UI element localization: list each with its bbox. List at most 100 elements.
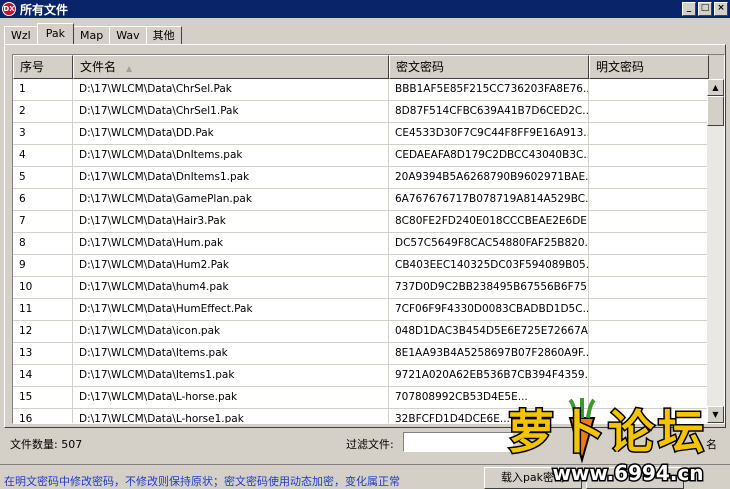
row-index: 2 — [13, 101, 73, 122]
row-index: 4 — [13, 145, 73, 166]
grid-rows: 1 D:\17\WLCM\Data\ChrSel.Pak BBB1AF5E85F21… — [13, 79, 709, 423]
row-cipher-password: 8C80FE2FD240E018CCCBEAE2E6DE... — [389, 211, 589, 232]
file-grid[interactable]: 序号 文件名 ▲ 密文密码 明文密码 1 D:\17\WLCM\Data\ChrSe… — [12, 54, 725, 424]
maximize-button[interactable]: □ — [698, 2, 712, 16]
window-title: 所有文件 — [20, 2, 69, 17]
scroll-up-icon[interactable]: ▲ — [707, 79, 724, 96]
row-cipher-password: 737D0D9C2BB238495B67556B6F75... — [389, 277, 589, 298]
row-filename: D:\17\WLCM\Data\Items.pak — [73, 343, 389, 364]
row-filename: D:\17\WLCM\Data\HumEffect.Pak — [73, 299, 389, 320]
row-index: 8 — [13, 233, 73, 254]
table-row[interactable]: 11 D:\17\WLCM\Data\HumEffect.Pak 7CF06F9F4… — [13, 299, 709, 321]
header-index[interactable]: 序号 — [13, 55, 73, 79]
forum-watermark-logo: 萝卜论坛 www.6994.cn — [507, 398, 708, 487]
row-index: 12 — [13, 321, 73, 342]
row-plain-password[interactable] — [589, 167, 709, 188]
window-controls: _ □ × — [682, 2, 728, 16]
row-index: 6 — [13, 189, 73, 210]
row-filename: D:\17\WLCM\Data\ChrSel.Pak — [73, 79, 389, 100]
row-filename: D:\17\WLCM\Data\Hum2.Pak — [73, 255, 389, 276]
table-row[interactable]: 10 D:\17\WLCM\Data\hum4.pak 737D0D9C2BB238… — [13, 277, 709, 299]
close-button[interactable]: × — [714, 2, 728, 16]
row-filename: D:\17\WLCM\Data\DnItems1.pak — [73, 167, 389, 188]
row-filename: D:\17\WLCM\Data\DD.Pak — [73, 123, 389, 144]
row-plain-password[interactable] — [589, 321, 709, 342]
header-cipher-password[interactable]: 密文密码 — [389, 55, 589, 79]
vertical-scrollbar[interactable]: ▲ ▼ — [707, 79, 724, 423]
table-row[interactable]: 4 D:\17\WLCM\Data\DnItems.pak CEDAEAFA8D17… — [13, 145, 709, 167]
table-row[interactable]: 14 D:\17\WLCM\Data\Items1.pak 9721A020A62E… — [13, 365, 709, 387]
table-row[interactable]: 7 D:\17\WLCM\Data\Hair3.Pak 8C80FE2FD240E0… — [13, 211, 709, 233]
row-filename: D:\17\WLCM\Data\Hair3.Pak — [73, 211, 389, 232]
table-row[interactable]: 2 D:\17\WLCM\Data\ChrSel1.Pak 8D87F514CFBC… — [13, 101, 709, 123]
status-hint: 在明文密码中修改密码，不修改则保持原状；密文密码使用动态加密，变化属正常 — [4, 475, 400, 488]
row-plain-password[interactable] — [589, 277, 709, 298]
row-filename: D:\17\WLCM\Data\Hum.pak — [73, 233, 389, 254]
table-row[interactable]: 5 D:\17\WLCM\Data\DnItems1.pak 20A9394B5A6… — [13, 167, 709, 189]
row-index: 3 — [13, 123, 73, 144]
table-row[interactable]: 1 D:\17\WLCM\Data\ChrSel.Pak BBB1AF5E85F21… — [13, 79, 709, 101]
row-filename: D:\17\WLCM\Data\L-horse.pak — [73, 387, 389, 408]
row-plain-password[interactable] — [589, 365, 709, 386]
scroll-thumb[interactable] — [707, 96, 724, 126]
row-filename: D:\17\WLCM\Data\ChrSel1.Pak — [73, 101, 389, 122]
tab-map[interactable]: Map — [72, 26, 111, 44]
row-index: 11 — [13, 299, 73, 320]
row-cipher-password: DC57C5649F8CAC54880FAF25B820... — [389, 233, 589, 254]
row-filename: D:\17\WLCM\Data\Items1.pak — [73, 365, 389, 386]
header-filename[interactable]: 文件名 ▲ — [73, 55, 389, 79]
row-filename: D:\17\WLCM\Data\hum4.pak — [73, 277, 389, 298]
file-count: 文件数量: 507 — [10, 438, 83, 451]
row-index: 7 — [13, 211, 73, 232]
row-cipher-password: CB403EEC140325DC03F594089B05... — [389, 255, 589, 276]
title-bar: DX 所有文件 _ □ × — [0, 0, 730, 18]
row-index: 1 — [13, 79, 73, 100]
table-row[interactable]: 6 D:\17\WLCM\Data\GamePlan.pak 6A767676717… — [13, 189, 709, 211]
row-plain-password[interactable] — [589, 145, 709, 166]
table-row[interactable]: 8 D:\17\WLCM\Data\Hum.pak DC57C5649F8CAC54… — [13, 233, 709, 255]
grid-header: 序号 文件名 ▲ 密文密码 明文密码 — [13, 55, 724, 79]
row-index: 14 — [13, 365, 73, 386]
row-cipher-password: BBB1AF5E85F215CC736203FA8E76... — [389, 79, 589, 100]
row-cipher-password: 7CF06F9F4330D0083CBADBD1D5C... — [389, 299, 589, 320]
header-plain-password[interactable]: 明文密码 — [589, 55, 709, 79]
row-plain-password[interactable] — [589, 255, 709, 276]
app-icon: DX — [2, 2, 16, 16]
row-cipher-password: 048D1DAC3B454D5E6E725E72667A... — [389, 321, 589, 342]
row-filename: D:\17\WLCM\Data\icon.pak — [73, 321, 389, 342]
row-plain-password[interactable] — [589, 343, 709, 364]
row-plain-password[interactable] — [589, 79, 709, 100]
row-index: 10 — [13, 277, 73, 298]
row-cipher-password: CEDAEAFA8D179C2DBCC43040B3C... — [389, 145, 589, 166]
tab-wzl[interactable]: Wzl — [4, 26, 38, 44]
table-row[interactable]: 3 D:\17\WLCM\Data\DD.Pak CE4533D30F7C9C44F… — [13, 123, 709, 145]
row-index: 16 — [13, 409, 73, 423]
table-row[interactable]: 9 D:\17\WLCM\Data\Hum2.Pak CB403EEC140325D… — [13, 255, 709, 277]
minimize-button[interactable]: _ — [682, 2, 696, 16]
row-index: 15 — [13, 387, 73, 408]
row-plain-password[interactable] — [589, 189, 709, 210]
row-cipher-password: 6A767676717B078719A814A529BC... — [389, 189, 589, 210]
row-filename: D:\17\WLCM\Data\L-horse1.pak — [73, 409, 389, 423]
table-row[interactable]: 12 D:\17\WLCM\Data\icon.pak 048D1DAC3B454D… — [13, 321, 709, 343]
row-cipher-password: 9721A020A62EB536B7CB394F4359... — [389, 365, 589, 386]
row-index: 13 — [13, 343, 73, 364]
row-filename: D:\17\WLCM\Data\GamePlan.pak — [73, 189, 389, 210]
sort-asc-icon: ▲ — [126, 64, 133, 73]
row-cipher-password: 20A9394B5A6268790B9602971BAE... — [389, 167, 589, 188]
row-cipher-password: 8D87F514CFBC639A41B7D6CED2C... — [389, 101, 589, 122]
row-plain-password[interactable] — [589, 233, 709, 254]
watermark-url: www.6994.cn — [552, 461, 703, 485]
tab-pak[interactable]: Pak — [36, 23, 74, 44]
row-plain-password[interactable] — [589, 211, 709, 232]
table-row[interactable]: 13 D:\17\WLCM\Data\Items.pak 8E1AA93B4A525… — [13, 343, 709, 365]
row-filename: D:\17\WLCM\Data\DnItems.pak — [73, 145, 389, 166]
tab-bar: Wzl Pak Map Wav 其他 — [4, 23, 182, 44]
tab-other[interactable]: 其他 — [145, 26, 182, 44]
row-plain-password[interactable] — [589, 123, 709, 144]
watermark-brand: 萝卜论坛 — [508, 405, 708, 459]
tab-wav[interactable]: Wav — [109, 26, 147, 44]
row-plain-password[interactable] — [589, 101, 709, 122]
row-plain-password[interactable] — [589, 299, 709, 320]
row-index: 5 — [13, 167, 73, 188]
